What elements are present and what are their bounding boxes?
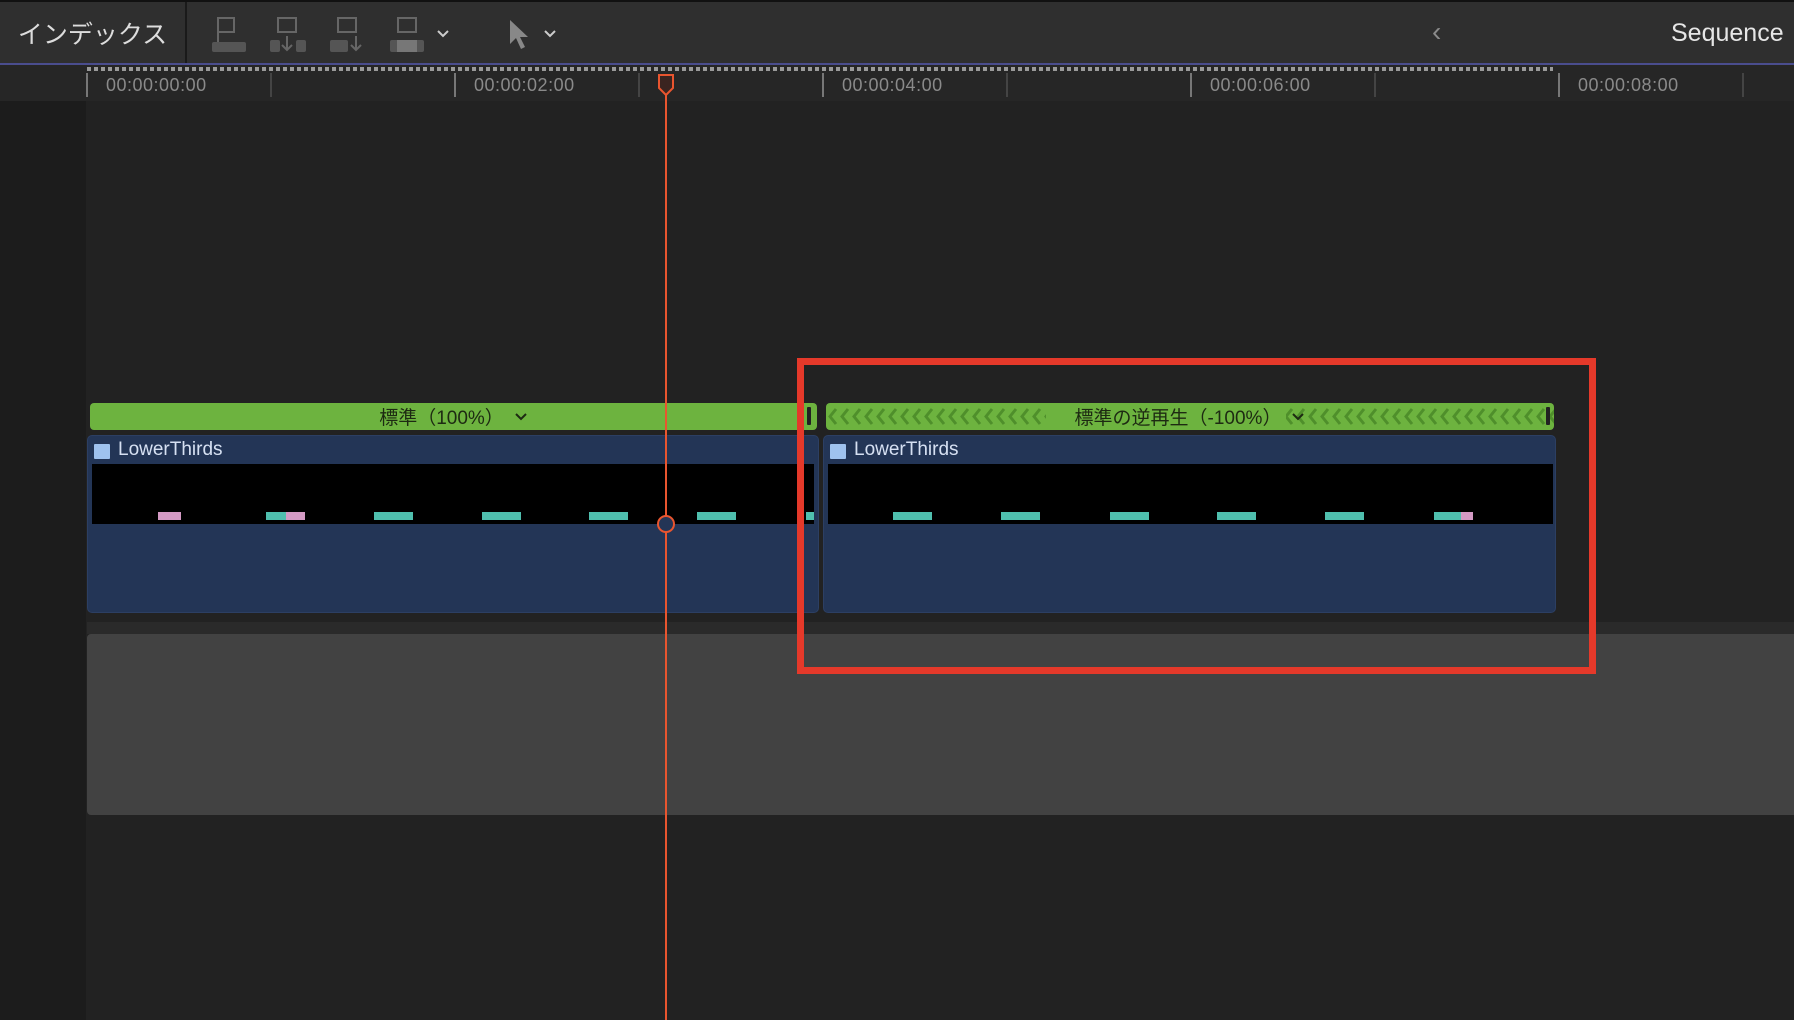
overwrite-edit-icon[interactable] xyxy=(328,16,368,54)
ruler-tick xyxy=(1190,73,1192,97)
ruler-tick xyxy=(638,73,640,97)
index-button[interactable]: インデックス xyxy=(0,2,187,63)
ruler-tick xyxy=(1742,73,1744,97)
marker xyxy=(374,512,413,520)
marker xyxy=(266,512,286,520)
playhead[interactable] xyxy=(665,80,667,1020)
chevron-down-icon[interactable] xyxy=(514,412,528,422)
retime-bar-normal[interactable]: 標準（100%） xyxy=(90,403,817,430)
retime-label: 標準（100%） xyxy=(379,408,504,429)
insert-edit-icon[interactable] xyxy=(268,16,308,54)
clip-lowerthirds-1[interactable]: LowerThirds xyxy=(87,435,819,613)
track-header-column xyxy=(0,65,86,1020)
ruler-tick xyxy=(270,73,272,97)
select-tool-icon[interactable] xyxy=(508,18,530,52)
ruler-tick xyxy=(822,73,824,97)
title-clip-icon xyxy=(94,444,110,459)
back-button[interactable]: ‹ xyxy=(1432,16,1441,48)
chevron-down-icon[interactable] xyxy=(543,29,557,39)
filmstrip xyxy=(92,464,814,524)
marker xyxy=(697,512,736,520)
marker xyxy=(158,512,181,520)
toolbar: インデックス ‹ Sequence xyxy=(0,0,1794,63)
replace-edit-icon[interactable] xyxy=(388,16,428,54)
chevron-down-icon[interactable] xyxy=(436,29,450,39)
ruler-label: 00:00:04:00 xyxy=(842,75,943,95)
ruler-tick xyxy=(1558,73,1560,97)
ruler-tick xyxy=(86,73,88,97)
marker xyxy=(589,512,628,520)
highlight-box xyxy=(797,358,1596,674)
ruler-tick xyxy=(454,73,456,97)
ruler-label: 00:00:02:00 xyxy=(474,75,575,95)
ruler-label: 00:00:00:00 xyxy=(106,75,207,95)
sequence-title: Sequence xyxy=(1671,19,1784,47)
clip-name: LowerThirds xyxy=(118,439,223,460)
ruler-corner xyxy=(0,65,86,101)
render-bar xyxy=(87,67,1553,71)
ruler-label: 00:00:06:00 xyxy=(1210,75,1311,95)
marker xyxy=(286,512,305,520)
marker xyxy=(482,512,521,520)
ruler-tick xyxy=(1374,73,1376,97)
append-edit-icon[interactable] xyxy=(210,16,250,54)
playhead-skimmer-knob[interactable] xyxy=(657,515,675,533)
ruler-tick xyxy=(1006,73,1008,97)
playhead-handle-icon[interactable] xyxy=(657,74,675,96)
ruler-label: 00:00:08:00 xyxy=(1578,75,1679,95)
